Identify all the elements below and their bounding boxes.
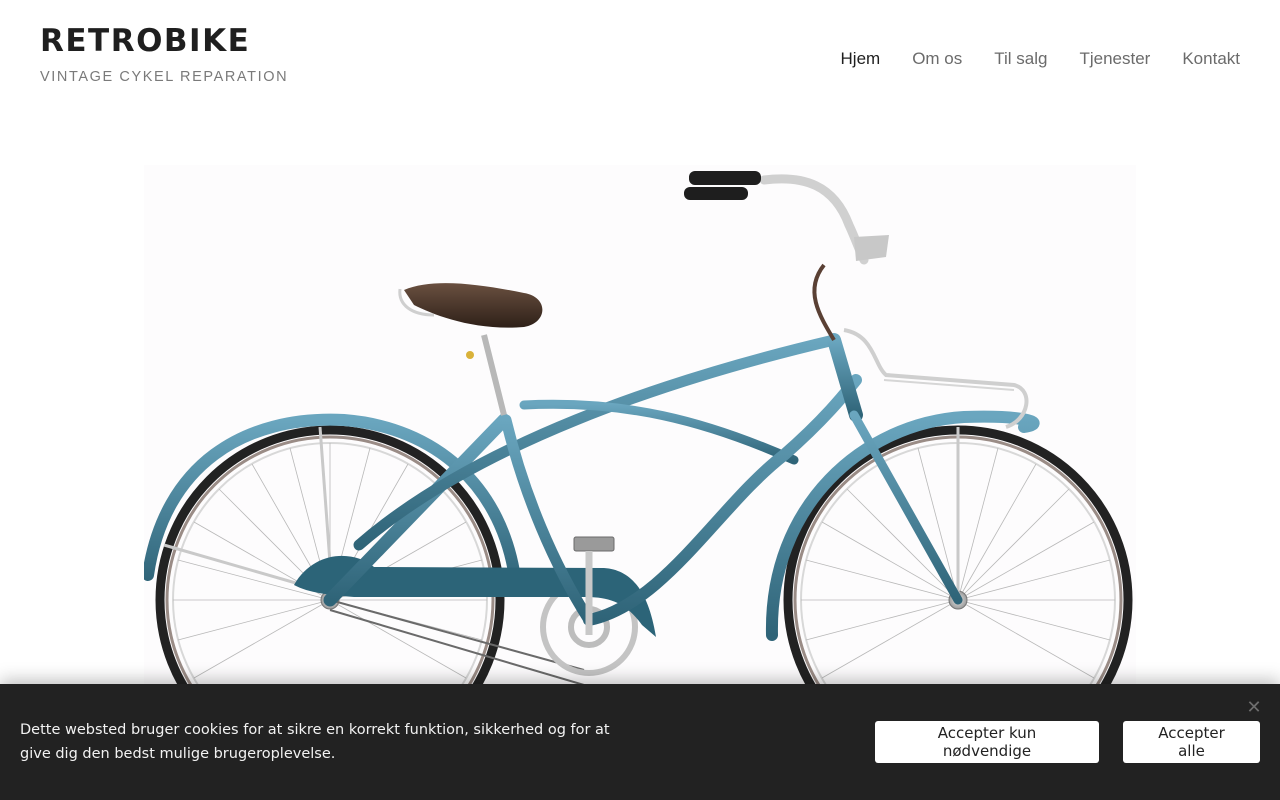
nav-item-til-salg[interactable]: Til salg <box>994 48 1047 70</box>
accept-necessary-button[interactable]: Accepter kun nødvendige <box>875 721 1099 763</box>
nav-item-hjem[interactable]: Hjem <box>841 48 881 70</box>
brand[interactable]: RETROBIKE VINTAGE CYKEL REPARATION <box>40 22 288 85</box>
cookie-banner: Dette websted bruger cookies for at sikr… <box>0 684 1280 800</box>
close-icon[interactable]: ✕ <box>1242 696 1266 720</box>
accept-all-button[interactable]: Accepter alle <box>1123 721 1260 763</box>
site-title[interactable]: RETROBIKE <box>40 22 288 60</box>
nav-item-om-os[interactable]: Om os <box>912 48 962 70</box>
nav-item-kontakt[interactable]: Kontakt <box>1182 48 1240 70</box>
hero-image <box>144 165 1136 685</box>
main-nav: Hjem Om os Til salg Tjenester Kontakt <box>841 48 1240 70</box>
vintage-bicycle-image <box>144 171 1133 685</box>
nav-item-tjenester[interactable]: Tjenester <box>1079 48 1150 70</box>
site-header: RETROBIKE VINTAGE CYKEL REPARATION Hjem … <box>0 0 1280 120</box>
site-tagline: VINTAGE CYKEL REPARATION <box>40 69 289 85</box>
cookie-message: Dette websted bruger cookies for at sikr… <box>20 722 610 762</box>
